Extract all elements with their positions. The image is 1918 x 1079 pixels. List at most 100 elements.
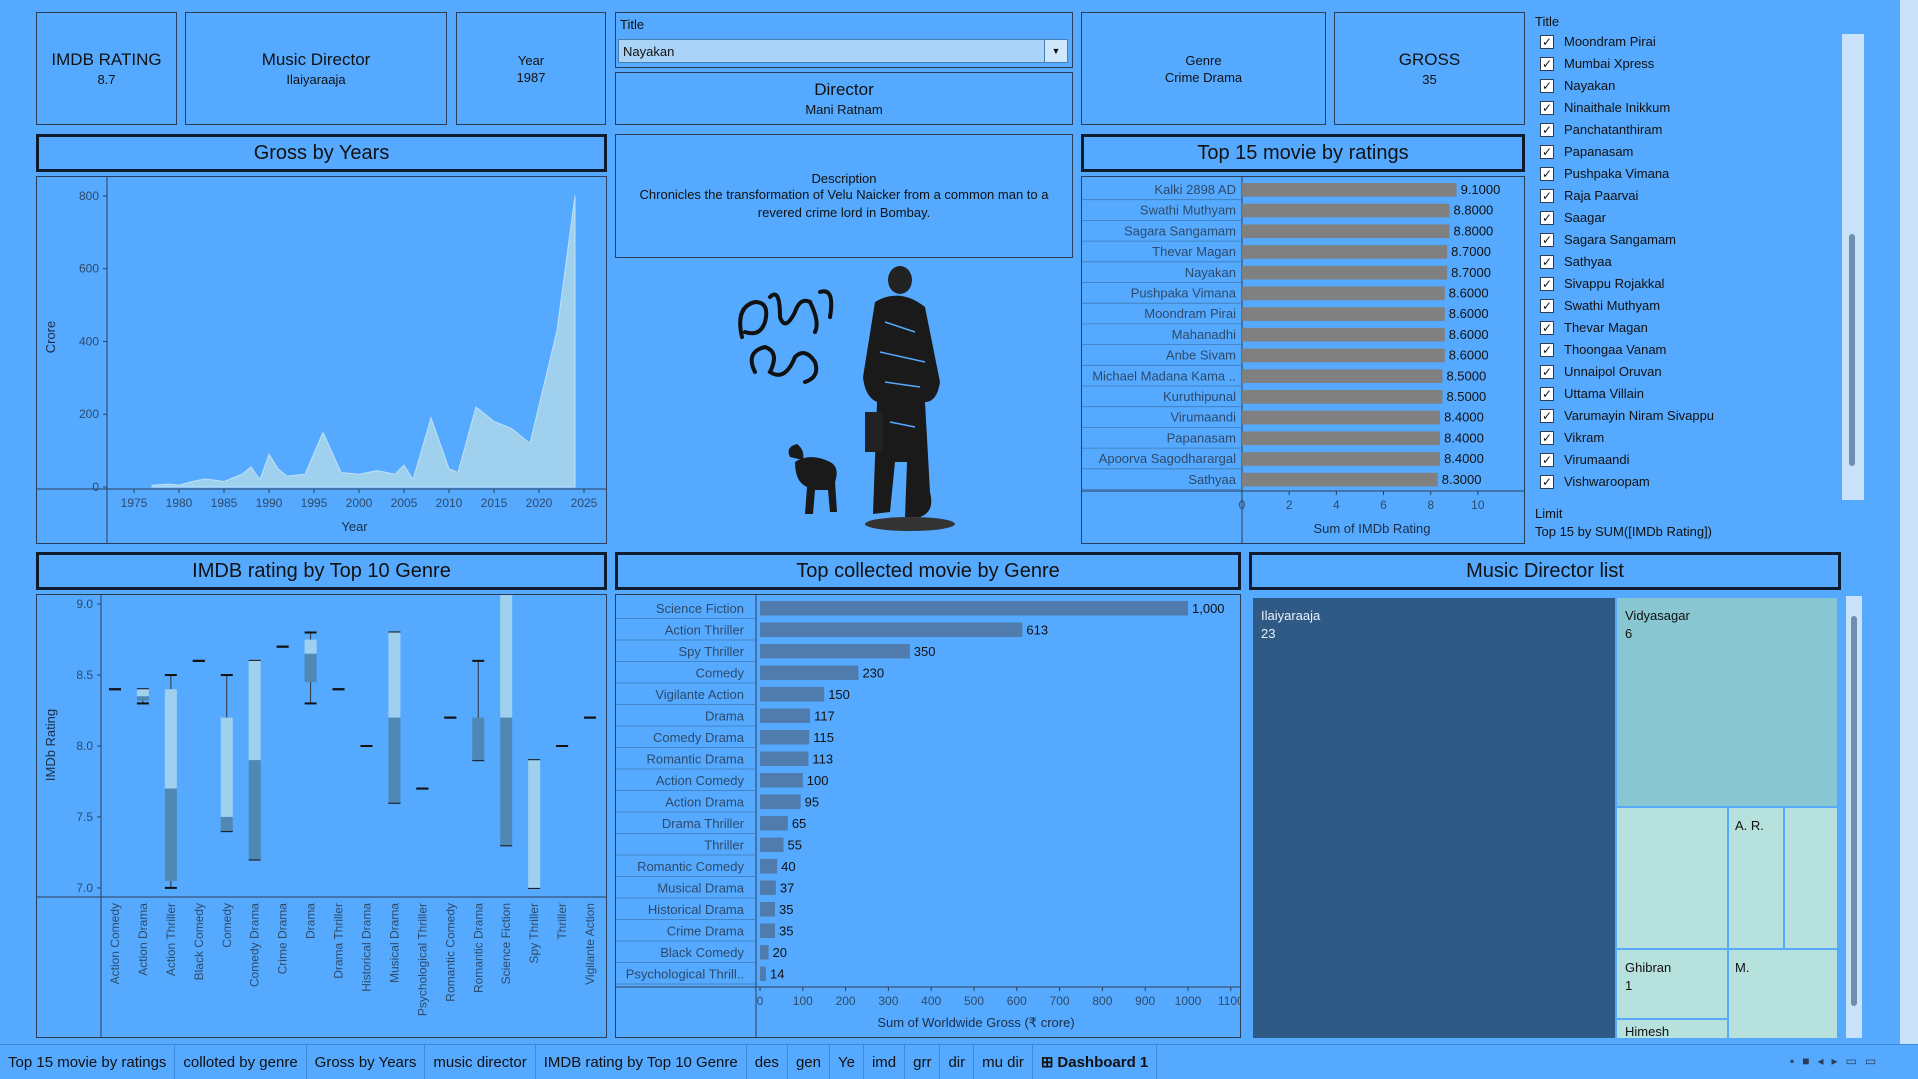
title-list-item[interactable]: ✓ Ninaithale Inikkum <box>1540 100 1670 115</box>
chevron-down-icon[interactable]: ▼ <box>1044 40 1067 62</box>
checkbox-icon[interactable]: ✓ <box>1540 474 1554 489</box>
rating-bar <box>1242 327 1445 342</box>
tab-imdb-rating-by-top-10-genre[interactable]: IMDB rating by Top 10 Genre <box>536 1045 747 1079</box>
category-label: Mahanadhi <box>1172 327 1236 342</box>
tab-music-director[interactable]: music director <box>425 1045 536 1079</box>
checkbox-icon[interactable]: ✓ <box>1540 276 1554 291</box>
title-list-scroll-thumb[interactable] <box>1849 234 1855 466</box>
category-label: Action Drama <box>136 903 150 976</box>
treemap-scrollbar[interactable] <box>1846 596 1862 1038</box>
title-list-item[interactable]: ✓ Nayakan <box>1540 78 1615 93</box>
bar-value-label: 8.7000 <box>1451 265 1491 280</box>
title-list-item[interactable]: ✓ Uttama Villain <box>1540 386 1644 401</box>
y-tick-label: 800 <box>79 189 99 203</box>
title-list-item[interactable]: ✓ Thevar Magan <box>1540 320 1648 335</box>
checkbox-icon[interactable]: ✓ <box>1540 166 1554 181</box>
title-list-item[interactable]: ✓ Sathyaa <box>1540 254 1612 269</box>
title-list-item[interactable]: ✓ Mumbai Xpress <box>1540 56 1654 71</box>
tab-label: Ye <box>837 1053 855 1071</box>
gross-data-point <box>268 453 270 455</box>
title-list-item[interactable]: ✓ Sagara Sangamam <box>1540 232 1676 247</box>
title-list-item[interactable]: ✓ Varumayin Niram Sivappu <box>1540 408 1714 423</box>
treemap-cell-b[interactable] <box>1785 808 1837 948</box>
checkbox-icon[interactable]: ✓ <box>1540 430 1554 445</box>
checkbox-icon[interactable]: ✓ <box>1540 254 1554 269</box>
tab-nav-controls[interactable]: ▪■◂▸▭▭ <box>1790 1054 1884 1068</box>
title-list-item[interactable]: ✓ Unnaipol Oruvan <box>1540 364 1662 379</box>
tab-gen[interactable]: gen <box>788 1045 830 1079</box>
title-list-item[interactable]: ✓ Vishwaroopam <box>1540 474 1650 489</box>
gross-data-point <box>187 482 189 484</box>
tab-imd[interactable]: imd <box>864 1045 906 1079</box>
title-list-item[interactable]: ✓ Pushpaka Vimana <box>1540 166 1669 181</box>
checkbox-icon[interactable]: ✓ <box>1540 122 1554 137</box>
checkbox-icon[interactable]: ✓ <box>1540 342 1554 357</box>
x-tick-label: 6 <box>1380 498 1387 512</box>
bar-value-label: 8.3000 <box>1442 472 1482 487</box>
tab-des[interactable]: des <box>747 1045 788 1079</box>
treemap-cell-himesh[interactable]: Himesh <box>1617 1020 1727 1038</box>
category-label: Sagara Sangamam <box>1124 223 1236 238</box>
bar-value-label: 35 <box>779 902 793 917</box>
title-list-item[interactable]: ✓ Papanasam <box>1540 144 1633 159</box>
tab-colloted-by-genre[interactable]: colloted by genre <box>175 1045 307 1079</box>
title-list-item-label: Sagara Sangamam <box>1564 232 1677 247</box>
title-list-item[interactable]: ✓ Panchatanthiram <box>1540 122 1662 137</box>
tab-top-15-movie-by-ratings[interactable]: Top 15 movie by ratings <box>0 1045 176 1079</box>
bar-value-label: 20 <box>773 945 787 960</box>
title-list-item[interactable]: ✓ Saagar <box>1540 210 1606 225</box>
description-card: Description Chronicles the transformatio… <box>615 134 1073 258</box>
gross-bar <box>760 945 769 960</box>
tab-mu-dir[interactable]: mu dir <box>974 1045 1033 1079</box>
checkbox-icon[interactable]: ✓ <box>1540 144 1554 159</box>
tab-dashboard-1[interactable]: ⊞ Dashboard 1 <box>1033 1045 1158 1079</box>
title-list-scrollbar[interactable] <box>1842 34 1864 500</box>
checkbox-icon[interactable]: ✓ <box>1540 452 1554 467</box>
treemap-cell-ar[interactable]: A. R. <box>1729 808 1783 948</box>
title-list-item[interactable]: ✓ Raja Paarvai <box>1540 188 1638 203</box>
title-list-item[interactable]: ✓ Sivappu Rojakkal <box>1540 276 1664 291</box>
gross-data-point <box>304 473 306 475</box>
checkbox-icon[interactable]: ✓ <box>1540 408 1554 423</box>
box-upper <box>248 660 261 761</box>
music-treemap: Ilaiyaraaja 23 Vidyasagar 6 A. R. Ghibra… <box>1251 596 1839 1038</box>
title-list-item[interactable]: ✓ Moondram Pirai <box>1540 34 1656 49</box>
tab-grr[interactable]: grr <box>905 1045 941 1079</box>
title-list-item-label: Raja Paarvai <box>1564 188 1639 203</box>
checkbox-icon[interactable]: ✓ <box>1540 78 1554 93</box>
category-label: Kalki 2898 AD <box>1154 182 1236 197</box>
title-list-item[interactable]: ✓ Swathi Muthyam <box>1540 298 1660 313</box>
checkbox-icon[interactable]: ✓ <box>1540 56 1554 71</box>
checkbox-icon[interactable]: ✓ <box>1540 100 1554 115</box>
treemap-cell-a[interactable] <box>1617 808 1727 948</box>
treemap-cell-m[interactable]: M. <box>1729 950 1837 1038</box>
tab-dir[interactable]: dir <box>940 1045 975 1079</box>
title-list-item[interactable]: ✓ Virumaandi <box>1540 452 1630 467</box>
treemap-cell-vidyasagar[interactable]: Vidyasagar 6 <box>1617 598 1837 806</box>
rating-bar <box>1242 265 1448 280</box>
checkbox-icon[interactable]: ✓ <box>1540 210 1554 225</box>
category-label: Crime Drama <box>276 903 290 975</box>
tab-gross-by-years[interactable]: Gross by Years <box>307 1045 426 1079</box>
treemap-cell-ilaiyaraaja[interactable]: Ilaiyaraaja 23 <box>1253 598 1615 1038</box>
checkbox-icon[interactable]: ✓ <box>1540 364 1554 379</box>
checkbox-icon[interactable]: ✓ <box>1540 298 1554 313</box>
title-list-item[interactable]: ✓ Vikram <box>1540 430 1604 445</box>
description-label: Description <box>811 170 877 186</box>
box-lower <box>164 788 177 881</box>
title-list-item[interactable]: ✓ Thoongaa Vanam <box>1540 342 1666 357</box>
category-label: Psychological Thrill.. <box>626 967 744 982</box>
page-scrollbar[interactable] <box>1900 0 1918 1044</box>
checkbox-icon[interactable]: ✓ <box>1540 386 1554 401</box>
checkbox-icon[interactable]: ✓ <box>1540 34 1554 49</box>
checkbox-icon[interactable]: ✓ <box>1540 320 1554 335</box>
bar-value-label: 8.4000 <box>1444 451 1484 466</box>
treemap-scroll-thumb[interactable] <box>1851 616 1857 1006</box>
title-dropdown[interactable]: Nayakan ▼ <box>618 39 1068 63</box>
checkbox-icon[interactable]: ✓ <box>1540 188 1554 203</box>
checkbox-icon[interactable]: ✓ <box>1540 232 1554 247</box>
tab-ye[interactable]: Ye <box>830 1045 864 1079</box>
x-tick-label: 200 <box>836 994 856 1008</box>
category-label: Drama <box>705 709 745 724</box>
treemap-cell-ghibran[interactable]: Ghibran 1 <box>1617 950 1727 1018</box>
